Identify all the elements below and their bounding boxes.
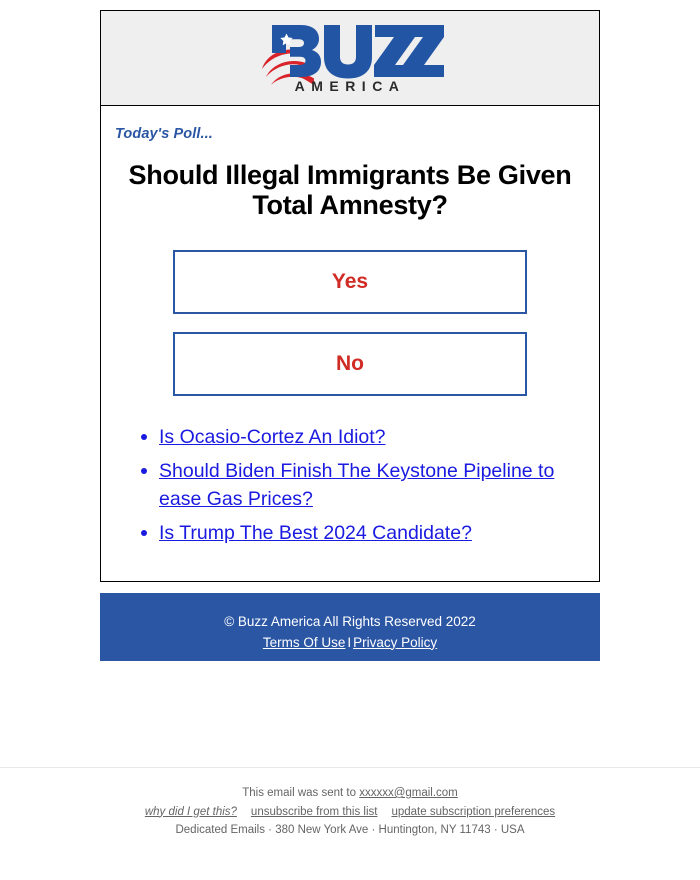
article-link-trump-2024[interactable]: Is Trump The Best 2024 Candidate? xyxy=(159,522,472,544)
list-item: Should Biden Finish The Keystone Pipelin… xyxy=(135,458,587,513)
terms-of-use-link[interactable]: Terms Of Use xyxy=(263,635,346,650)
list-item: Is Trump The Best 2024 Candidate? xyxy=(135,520,587,548)
mailchimp-actions: why did I get this? unsubscribe from this… xyxy=(0,803,700,822)
email-header: AMERICA xyxy=(100,10,600,106)
footer-divider xyxy=(0,767,700,768)
poll-option-no-button[interactable]: No xyxy=(173,332,527,397)
sender-address: Dedicated Emails · 380 New York Ave · Hu… xyxy=(175,824,525,837)
email-card: AMERICA Today's Poll... Should Illegal I… xyxy=(100,10,600,582)
email-footer-bar: © Buzz America All Rights Reserved 2022 … xyxy=(100,593,600,661)
letter-z2 xyxy=(403,25,444,77)
letter-b xyxy=(272,25,321,77)
legal-separator: I xyxy=(347,634,352,650)
todays-poll-eyebrow: Today's Poll... xyxy=(115,126,213,142)
email-body: Today's Poll... Should Illegal Immigrant… xyxy=(100,106,600,582)
article-link-list: Is Ocasio-Cortez An Idiot? Should Biden … xyxy=(113,424,587,547)
buzz-america-logo: AMERICA xyxy=(256,23,444,93)
mailchimp-footer: This email was sent to xxxxxx@gmail.com … xyxy=(0,784,700,840)
logo-subtext: AMERICA xyxy=(295,78,406,93)
privacy-policy-link[interactable]: Privacy Policy xyxy=(353,635,437,650)
unsubscribe-link[interactable]: unsubscribe from this list xyxy=(251,806,378,818)
recipient-email-link[interactable]: xxxxxx@gmail.com xyxy=(359,787,458,799)
sent-to-label: This email was sent to xyxy=(242,787,360,799)
poll-question: Should Illegal Immigrants Be Given Total… xyxy=(128,160,572,221)
sent-to-line: This email was sent to xxxxxx@gmail.com xyxy=(0,784,700,803)
poll-option-yes-button[interactable]: Yes xyxy=(173,250,527,315)
why-did-i-get-this-link[interactable]: why did I get this? xyxy=(145,806,237,818)
copyright-text: © Buzz America All Rights Reserved 2022 xyxy=(224,614,476,629)
update-preferences-link[interactable]: update subscription preferences xyxy=(391,806,555,818)
article-link-keystone-pipeline[interactable]: Should Biden Finish The Keystone Pipelin… xyxy=(159,460,554,510)
article-link-ocasio-cortez[interactable]: Is Ocasio-Cortez An Idiot? xyxy=(159,426,386,448)
legal-links: Terms Of Use I Privacy Policy xyxy=(100,633,600,653)
list-item: Is Ocasio-Cortez An Idiot? xyxy=(135,424,587,452)
letter-u xyxy=(324,25,372,79)
